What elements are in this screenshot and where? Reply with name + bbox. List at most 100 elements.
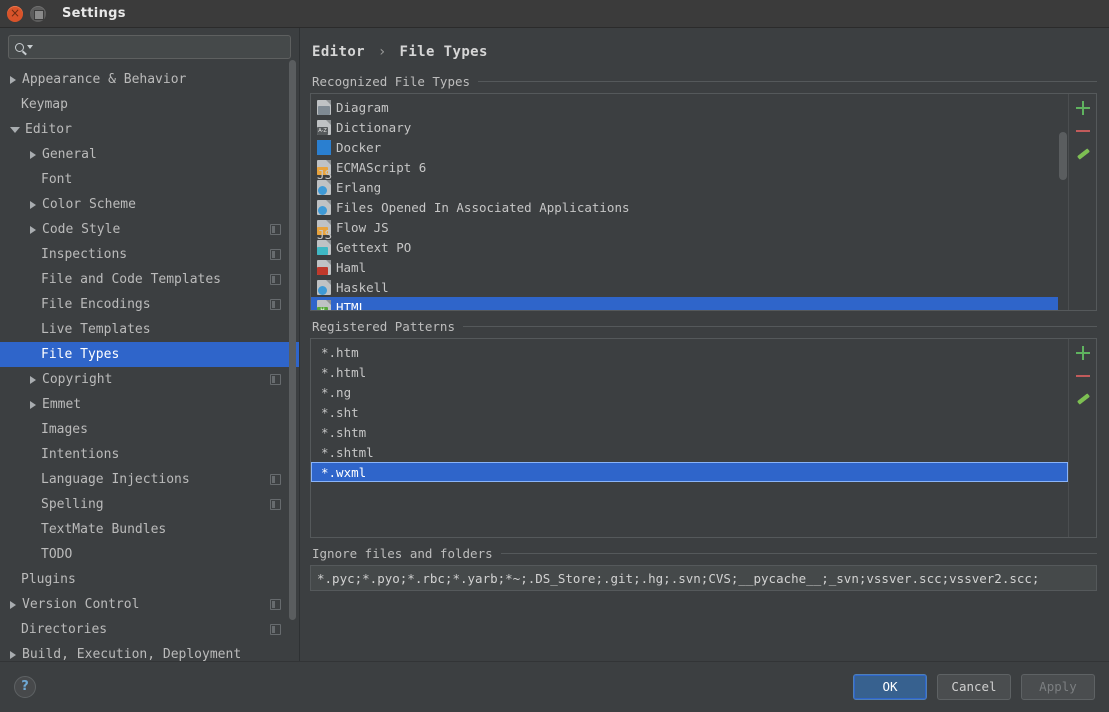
file-type-row[interactable]: Diagram xyxy=(311,97,1058,117)
header-divider xyxy=(500,553,1097,554)
settings-tree[interactable]: Appearance & Behavior Keymap Editor General… xyxy=(0,65,299,661)
chevron-down-icon[interactable] xyxy=(27,45,33,49)
file-type-label: Dictionary xyxy=(336,119,412,135)
sidebar-item-live-templates[interactable]: Live Templates xyxy=(0,317,299,342)
sidebar-item-language-injections[interactable]: Language Injections xyxy=(0,467,299,492)
recognized-file-types-toolbar[interactable] xyxy=(1068,94,1096,310)
sidebar-item-copyright[interactable]: Copyright xyxy=(0,367,299,392)
file-type-label: ECMAScript 6 xyxy=(336,159,427,175)
file-type-row[interactable]: Gettext PO xyxy=(311,237,1058,257)
sidebar-item-todo[interactable]: TODO xyxy=(0,542,299,567)
search-input[interactable] xyxy=(38,40,284,54)
file-types-scrollbar[interactable] xyxy=(1058,94,1068,310)
chevron-right-icon[interactable] xyxy=(10,75,16,84)
sidebar-item-intentions[interactable]: Intentions xyxy=(0,442,299,467)
maximize-icon[interactable] xyxy=(30,5,46,22)
help-button[interactable]: ? xyxy=(14,676,36,698)
sidebar-item-file-encodings[interactable]: File Encodings xyxy=(0,292,299,317)
sidebar-item-appearance-behavior[interactable]: Appearance & Behavior xyxy=(0,67,299,92)
sidebar-item-images[interactable]: Images xyxy=(0,417,299,442)
search-box[interactable] xyxy=(8,35,291,59)
add-pattern-button[interactable] xyxy=(1075,345,1091,361)
chevron-right-icon[interactable] xyxy=(10,600,16,609)
file-type-badge xyxy=(318,185,327,195)
sidebar-item-editor[interactable]: Editor xyxy=(0,117,299,142)
registered-patterns-list[interactable]: *.htm *.html *.ng *.sht *.shtm *.shtml *.wxml xyxy=(311,339,1068,537)
sidebar-item-spelling[interactable]: Spelling xyxy=(0,492,299,517)
file-types-scrollbar-thumb[interactable] xyxy=(1059,132,1067,180)
pattern-row[interactable]: *.sht xyxy=(311,402,1068,422)
chevron-right-icon[interactable] xyxy=(30,225,36,234)
sidebar-item-code-style[interactable]: Code Style xyxy=(0,217,299,242)
ignore-files-input[interactable]: *.pyc;*.pyo;*.rbc;*.yarb;*~;.DS_Store;.g… xyxy=(310,565,1097,591)
sidebar-item-label: File Types xyxy=(41,347,120,362)
window-title: Settings xyxy=(62,6,126,21)
settings-sidebar: Appearance & Behavior Keymap Editor General… xyxy=(0,28,300,661)
sidebar-item-emmet[interactable]: Emmet xyxy=(0,392,299,417)
apply-button[interactable]: Apply xyxy=(1021,674,1095,700)
sidebar-item-version-control[interactable]: Version Control xyxy=(0,592,299,617)
file-type-label: Docker xyxy=(336,139,382,155)
file-type-row[interactable]: H HTML xyxy=(311,297,1058,310)
chevron-right-icon[interactable] xyxy=(30,150,36,159)
file-type-row[interactable]: Haml xyxy=(311,257,1058,277)
sidebar-item-textmate-bundles[interactable]: TextMate Bundles xyxy=(0,517,299,542)
file-type-row[interactable]: JS Flow JS xyxy=(311,217,1058,242)
sidebar-item-general[interactable]: General xyxy=(0,142,299,167)
sidebar-item-plugins[interactable]: Plugins xyxy=(0,567,299,592)
pattern-label: *.html xyxy=(321,364,367,380)
sidebar-item-color-scheme[interactable]: Color Scheme xyxy=(0,192,299,217)
file-type-row[interactable]: Files Opened In Associated Applications xyxy=(311,197,1058,217)
chevron-down-icon[interactable] xyxy=(10,126,20,133)
sidebar-item-label: Font xyxy=(41,172,73,187)
project-settings-icon xyxy=(270,624,281,635)
sidebar-item-label: Images xyxy=(41,422,88,437)
pattern-row[interactable]: *.wxml xyxy=(311,462,1068,482)
pattern-row[interactable]: *.ng xyxy=(311,382,1068,402)
sidebar-item-keymap[interactable]: Keymap xyxy=(0,92,299,117)
cancel-button[interactable]: Cancel xyxy=(937,674,1011,700)
file-type-badge: A-Z xyxy=(317,126,328,135)
file-type-label: Flow JS xyxy=(336,219,389,235)
pattern-row[interactable]: *.shtm xyxy=(311,422,1068,442)
sidebar-item-font[interactable]: Font xyxy=(0,167,299,192)
project-settings-icon xyxy=(270,299,281,310)
breadcrumb-parent[interactable]: Editor xyxy=(312,44,365,60)
file-type-row[interactable]: JS ECMAScript 6 xyxy=(311,157,1058,182)
dialog-button-group: OK Cancel Apply xyxy=(853,674,1095,700)
sidebar-item-file-and-code-templates[interactable]: File and Code Templates xyxy=(0,267,299,292)
registered-patterns-toolbar[interactable] xyxy=(1068,339,1096,537)
edit-pattern-button[interactable] xyxy=(1075,391,1091,407)
sidebar-item-directories[interactable]: Directories xyxy=(0,617,299,642)
ignore-files-title: Ignore files and folders xyxy=(312,546,493,561)
chevron-right-icon[interactable] xyxy=(10,650,16,659)
file-type-row[interactable]: Haskell xyxy=(311,277,1058,297)
edit-file-type-button[interactable] xyxy=(1075,146,1091,162)
file-type-label: Diagram xyxy=(336,99,389,115)
pattern-row[interactable]: *.shtml xyxy=(311,442,1068,462)
haskell-file-icon xyxy=(317,279,331,295)
chevron-right-icon[interactable] xyxy=(30,400,36,409)
sidebar-scrollbar-thumb[interactable] xyxy=(289,60,296,620)
remove-file-type-button[interactable] xyxy=(1075,123,1091,139)
chevron-right-icon[interactable] xyxy=(30,375,36,384)
sidebar-item-file-types[interactable]: File Types xyxy=(0,342,299,367)
chevron-right-icon[interactable] xyxy=(30,200,36,209)
ecmascript-file-icon: JS xyxy=(317,159,332,182)
project-settings-icon xyxy=(270,249,281,260)
file-type-row[interactable]: A-Z Dictionary xyxy=(311,117,1058,137)
remove-pattern-button[interactable] xyxy=(1075,368,1091,384)
sidebar-scrollbar[interactable] xyxy=(288,60,297,653)
file-type-row[interactable]: Erlang xyxy=(311,177,1058,197)
close-icon[interactable] xyxy=(7,5,23,22)
sidebar-item-label: File Encodings xyxy=(41,297,151,312)
file-type-label: HTML xyxy=(336,299,367,311)
ok-button[interactable]: OK xyxy=(853,674,927,700)
sidebar-item-inspections[interactable]: Inspections xyxy=(0,242,299,267)
pattern-row[interactable]: *.html xyxy=(311,362,1068,382)
recognized-file-types-list[interactable]: Diagram A-Z Dictionary Docker JS ECMAScript 6… xyxy=(311,94,1058,310)
sidebar-item-build-execution-deployment[interactable]: Build, Execution, Deployment xyxy=(0,642,299,661)
file-type-row[interactable]: Docker xyxy=(311,137,1058,157)
pattern-row[interactable]: *.htm xyxy=(311,342,1068,362)
add-file-type-button[interactable] xyxy=(1075,100,1091,116)
